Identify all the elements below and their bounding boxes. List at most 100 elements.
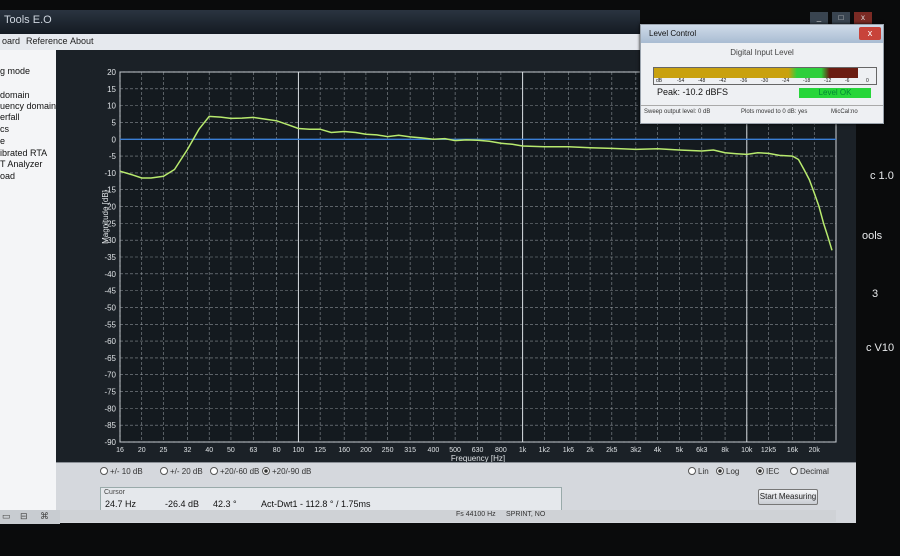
cursor-frequency: 24.7 Hz [105, 499, 137, 509]
y-tick-label: 10 [107, 102, 116, 111]
y-tick-label: -65 [104, 354, 116, 363]
mic-cal: MicCal:no [831, 109, 858, 115]
radio-dot-icon [756, 467, 764, 475]
nav-item-load[interactable]: oad [0, 171, 15, 181]
menu-bar: oard Reference About [0, 34, 640, 51]
nav-item-waterfall[interactable]: erfall [0, 112, 20, 122]
background-label: ools [862, 230, 883, 242]
meter-scale-label: -54 [677, 78, 685, 84]
range-radio-20-90[interactable]: +20/-90 dB [262, 467, 311, 476]
x-tick-label: 20k [809, 447, 821, 454]
band-radio-decimal[interactable]: Decimal [790, 467, 829, 476]
x-tick-label: 50 [227, 447, 235, 454]
band-label: Decimal [800, 467, 829, 476]
x-tick-label: 8k [721, 447, 729, 454]
radio-dot-icon [790, 467, 798, 475]
x-tick-label: 125 [314, 447, 326, 454]
y-tick-label: -70 [104, 371, 116, 380]
sweep-output-level: Sweep output level: 0 dB [644, 109, 711, 115]
x-tick-label: 1k6 [563, 447, 574, 454]
radio-dot-icon [210, 467, 218, 475]
status-sample-rate: Fs 44100 Hz [456, 511, 496, 518]
x-tick-label: 10k [741, 447, 753, 454]
cursor-phase: 42.3 ° [213, 499, 237, 509]
meter-scale-label: -6 [845, 78, 850, 84]
minimize-icon[interactable]: _ [810, 12, 828, 24]
nav-item-calibrated-rta[interactable]: ibrated RTA [0, 148, 47, 158]
x-tick-label: 250 [382, 447, 394, 454]
plots-moved: Plots moved to 0 dB: yes [741, 109, 808, 115]
nav-item-frequency-domain[interactable]: uency domain [0, 101, 56, 111]
meter-scale-label: -18 [803, 78, 811, 84]
level-control-title: Level Control [649, 29, 697, 38]
nav-item-phase[interactable]: e [0, 136, 5, 146]
window-title: Tools E.O [4, 14, 52, 26]
range-label: +20/-60 dB [220, 467, 260, 476]
y-tick-label: -60 [104, 337, 116, 346]
x-tick-label: 80 [273, 447, 281, 454]
close-icon[interactable]: x [854, 12, 872, 24]
nav-item-fft-analyzer[interactable]: T Analyzer [0, 159, 42, 169]
navigation-panel: g mode domain uency domain erfall cs e i… [0, 50, 57, 510]
meter-scale-label: -48 [698, 78, 706, 84]
radio-dot-icon [160, 467, 168, 475]
y-tick-label: -80 [104, 404, 116, 413]
band-label: IEC [766, 467, 780, 476]
meter-fill [654, 68, 859, 78]
x-tick-label: 800 [495, 447, 507, 454]
menu-about[interactable]: About [70, 36, 94, 46]
nav-item-mode[interactable]: g mode [0, 66, 30, 76]
x-tick-label: 4k [654, 447, 662, 454]
x-tick-label: 1k [519, 447, 527, 454]
y-tick-label: 20 [107, 68, 116, 77]
scale-radio-lin[interactable]: Lin [688, 467, 709, 476]
y-tick-label: -90 [104, 438, 116, 447]
meter-scale-label: -42 [719, 78, 727, 84]
cursor-delay: Act-Dwt1 - 112.8 ° / 1.75ms [261, 499, 371, 509]
window-icon[interactable]: ▭ [2, 511, 11, 522]
x-tick-label: 1k2 [539, 447, 550, 454]
radio-dot-icon [716, 467, 724, 475]
x-tick-label: 16k [787, 447, 799, 454]
panel-icon[interactable]: ⊟ [20, 511, 28, 522]
y-tick-label: -5 [109, 152, 117, 161]
radio-dot-icon [688, 467, 696, 475]
range-radio-20[interactable]: +/- 20 dB [160, 467, 203, 476]
cursor-label: Cursor [104, 489, 126, 496]
command-icon[interactable]: ⌘ [40, 511, 49, 522]
meter-scale-label: dB [656, 78, 663, 84]
maximize-icon[interactable]: □ [832, 12, 850, 24]
x-tick-label: 500 [449, 447, 461, 454]
range-radio-20-60[interactable]: +20/-60 dB [210, 467, 259, 476]
scale-radio-log[interactable]: Log [716, 467, 739, 476]
menu-dashboard[interactable]: oard [2, 36, 20, 46]
peak-readout: Peak: -10.2 dBFS [657, 87, 728, 97]
close-icon[interactable]: x [859, 27, 881, 40]
x-tick-label: 40 [205, 447, 213, 454]
radio-dot-icon [100, 467, 108, 475]
meter-scale-label: -12 [824, 78, 832, 84]
start-measuring-button[interactable]: Start Measuring [758, 489, 818, 505]
y-tick-label: -10 [104, 169, 116, 178]
x-tick-label: 5k [676, 447, 684, 454]
x-tick-label: 400 [428, 447, 440, 454]
nav-item-acoustics[interactable]: cs [0, 124, 9, 134]
scale-label: Lin [698, 467, 709, 476]
x-tick-label: 160 [338, 447, 350, 454]
x-tick-label: 2k [586, 447, 594, 454]
x-tick-label: 3k2 [630, 447, 641, 454]
y-tick-label: -85 [104, 421, 116, 430]
band-radio-iec[interactable]: IEC [756, 467, 779, 476]
range-radio-10[interactable]: +/- 10 dB [100, 467, 143, 476]
menu-reference[interactable]: Reference [26, 36, 68, 46]
main-window-titlebar[interactable]: Tools E.O [0, 10, 640, 34]
x-tick-label: 25 [160, 447, 168, 454]
x-axis-label: Frequency [Hz] [451, 454, 505, 462]
radio-dot-icon [262, 467, 270, 475]
status-bar: Fs 44100 Hz SPRINT, NO [56, 510, 836, 522]
nav-item-time-domain[interactable]: domain [0, 90, 30, 100]
meter-scale-label: -24 [782, 78, 790, 84]
x-tick-label: 630 [472, 447, 484, 454]
level-control-titlebar[interactable]: Level Control x [641, 25, 883, 43]
meter-scale-label: -36 [740, 78, 748, 84]
